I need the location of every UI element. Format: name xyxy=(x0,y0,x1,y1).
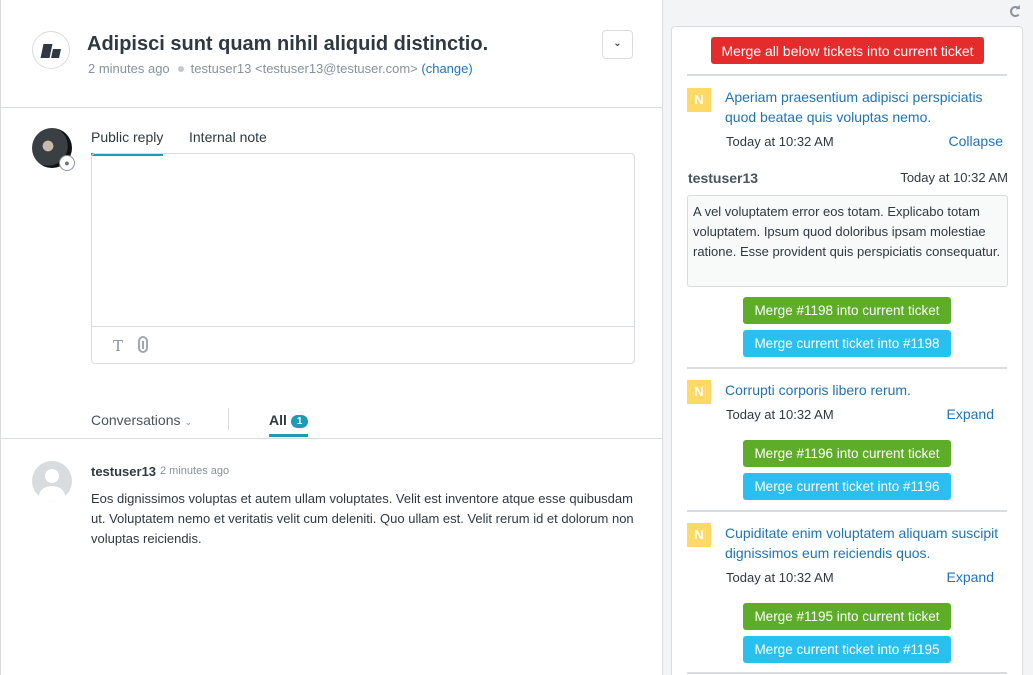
text-format-icon[interactable]: T xyxy=(113,337,123,355)
ticket-title: Adipisci sunt quam nihil aliquid distinc… xyxy=(87,33,489,55)
tab-public-reply[interactable]: Public reply xyxy=(91,129,164,156)
merge-current-into-button[interactable]: Merge current ticket into #1196 xyxy=(743,473,951,500)
separator-dot-icon xyxy=(177,65,184,72)
expand-link[interactable]: Expand xyxy=(947,569,994,585)
merge-current-into-button[interactable]: Merge current ticket into #1198 xyxy=(743,330,951,357)
ticket-time: Today at 10:32 AM xyxy=(726,570,834,585)
reply-textarea[interactable] xyxy=(92,154,634,326)
divider xyxy=(687,367,1007,369)
status-badge: N xyxy=(687,380,711,404)
divider xyxy=(687,74,1007,76)
tab-all[interactable]: All 1 xyxy=(269,412,309,437)
ticket-time: 2 minutes ago xyxy=(88,61,170,76)
merge-current-into-button[interactable]: Merge current ticket into #1195 xyxy=(743,636,951,663)
change-requester-link[interactable]: (change) xyxy=(421,61,472,76)
reply-composer: ● Public reply Internal note T Conversat… xyxy=(1,109,663,439)
user-avatar-icon xyxy=(32,461,72,501)
tab-internal-note[interactable]: Internal note xyxy=(189,129,267,153)
ticket-header: Adipisci sunt quam nihil aliquid distinc… xyxy=(1,0,663,108)
conversation-count-badge: 1 xyxy=(290,415,309,428)
ticket-time: Today at 10:32 AM xyxy=(726,134,834,149)
merge-into-current-button[interactable]: Merge #1196 into current ticket xyxy=(743,440,951,467)
status-badge: N xyxy=(687,523,711,547)
status-badge: N xyxy=(687,88,711,112)
comment-item: testuser13 2 minutes ago Eos dignissimos… xyxy=(1,440,663,560)
comment-author: testuser13 xyxy=(91,464,157,479)
comment-time: 2 minutes ago xyxy=(160,465,230,477)
ticket-subject-link[interactable]: Aperiam praesentium adipisci perspiciati… xyxy=(725,87,1005,127)
requester-name: testuser13 xyxy=(688,170,759,186)
ticket-options-button[interactable]: ⌄ xyxy=(602,30,633,59)
comment-body: Eos dignissimos voluptas et autem ullam … xyxy=(91,491,634,546)
requester-email: testuser13 <testuser13@testuser.com> xyxy=(190,61,418,76)
requester-time: Today at 10:32 AM xyxy=(900,170,1008,185)
merge-panel: Merge all below tickets into current tic… xyxy=(671,26,1023,675)
refresh-icon[interactable] xyxy=(1010,6,1021,17)
app: Adipisci sunt quam nihil aliquid distinc… xyxy=(0,0,1033,675)
agent-avatar: ● xyxy=(32,128,75,171)
merge-all-button[interactable]: Merge all below tickets into current tic… xyxy=(711,37,984,64)
tab-all-label: All xyxy=(269,412,287,428)
merge-sidebar: Merge all below tickets into current tic… xyxy=(663,0,1033,675)
ticket-meta: 2 minutes ago testuser13 <testuser13@test… xyxy=(88,61,473,76)
collapse-link[interactable]: Collapse xyxy=(949,133,1003,149)
reply-editor: T xyxy=(91,153,635,364)
brand-logo-icon xyxy=(32,31,70,69)
merge-into-current-button[interactable]: Merge #1198 into current ticket xyxy=(743,297,951,324)
conversations-filter[interactable]: Conversations ⌄ xyxy=(91,412,192,428)
editor-toolbar: T xyxy=(92,326,634,363)
ticket-description: A vel voluptatem error eos totam. Explic… xyxy=(687,195,1008,287)
ticket-subject-link[interactable]: Cupiditate enim voluptatem aliquam susci… xyxy=(725,523,1005,563)
divider xyxy=(228,408,229,430)
conversations-filter-label: Conversations xyxy=(91,412,181,428)
divider xyxy=(687,672,1007,674)
expand-link[interactable]: Expand xyxy=(947,406,994,422)
ticket-subject-link[interactable]: Corrupti corporis libero rerum. xyxy=(725,380,1005,400)
agent-badge-icon: ● xyxy=(59,155,75,171)
merge-into-current-button[interactable]: Merge #1195 into current ticket xyxy=(743,603,951,630)
chevron-down-icon: ⌄ xyxy=(184,417,193,427)
chevron-down-icon: ⌄ xyxy=(613,38,622,49)
divider xyxy=(687,510,1007,512)
ticket-pane: Adipisci sunt quam nihil aliquid distinc… xyxy=(0,0,663,675)
attachment-icon[interactable] xyxy=(138,336,148,353)
ticket-time: Today at 10:32 AM xyxy=(726,407,834,422)
